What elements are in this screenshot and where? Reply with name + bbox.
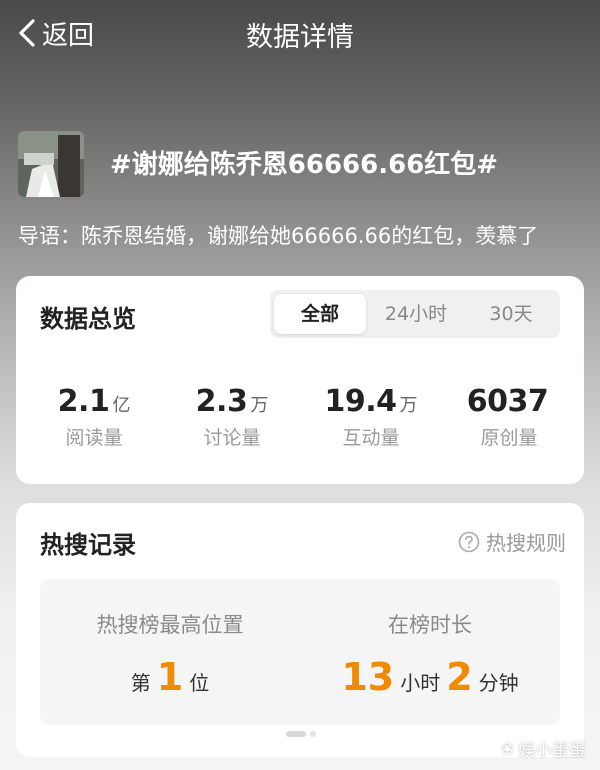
duration-block: 在榜时长 13 小时 2 分钟	[300, 609, 560, 699]
peak-rank-block: 热搜榜最高位置 第 1 位	[40, 609, 300, 699]
stat-label: 讨论量	[203, 427, 261, 449]
time-range-tabs: 全部 24小时 30天	[270, 290, 560, 338]
watermark-logo-icon: ❀	[500, 739, 514, 758]
minutes-unit: 分钟	[478, 671, 519, 695]
rank-suffix: 位	[189, 671, 210, 695]
indicator-active	[286, 731, 306, 737]
stat-value: 19.4	[324, 384, 397, 419]
stat-unit: 亿	[112, 395, 131, 416]
watermark: ❀ 娱小蛋蛋	[501, 736, 586, 761]
stat-label: 阅读量	[65, 427, 123, 449]
hot-search-rules-link[interactable]: 热搜规则	[458, 527, 566, 556]
stat-discussions[interactable]: 2.3 万 讨论量	[161, 384, 303, 450]
stat-value: 6037	[466, 384, 549, 419]
overview-title: 数据总览	[40, 305, 136, 333]
watermark-text: 娱小蛋蛋	[518, 741, 586, 761]
minutes-value: 2	[446, 655, 473, 699]
stat-label: 原创量	[480, 427, 538, 449]
stat-value: 2.3	[195, 384, 248, 419]
hot-search-title: 热搜记录	[40, 531, 136, 559]
stat-original[interactable]: 6037 原创量	[438, 384, 580, 450]
hours-value: 13	[341, 655, 395, 699]
rank-value: 1	[156, 655, 184, 699]
stat-reads[interactable]: 2.1 亿 阅读量	[23, 384, 165, 450]
indicator-inactive	[310, 731, 316, 737]
tab-24h[interactable]: 24小时	[368, 294, 464, 334]
stat-label: 互动量	[342, 427, 400, 449]
tab-all[interactable]: 全部	[274, 294, 366, 334]
hot-search-card: 热搜记录 热搜规则 热搜榜最高位置 第 1 位 在榜时长 13 小时 2 分钟	[16, 503, 584, 757]
question-circle-icon	[458, 531, 480, 552]
topic-intro: 导语：陈乔恩结婚，谢娜给她66666.66的红包，羡慕了	[18, 224, 539, 248]
top-bar: 返回 数据详情	[0, 0, 600, 66]
rank-prefix: 第	[130, 671, 151, 695]
page-title: 数据详情	[246, 22, 354, 53]
peak-rank-label: 热搜榜最高位置	[96, 613, 244, 637]
topic-header: #谢娜给陈乔恩66666.66红包#	[18, 131, 584, 197]
stat-unit: 万	[399, 395, 418, 416]
topic-thumbnail[interactable]	[18, 131, 84, 197]
rules-label: 热搜规则	[486, 531, 566, 555]
overview-card: 数据总览 全部 24小时 30天 2.1 亿 阅读量 2.3 万 讨论量 19.4 万…	[16, 276, 584, 484]
tab-30d[interactable]: 30天	[466, 294, 556, 334]
stat-value: 2.1	[57, 384, 110, 419]
topic-title: #谢娜给陈乔恩66666.66红包#	[110, 150, 499, 180]
stat-unit: 万	[250, 395, 269, 416]
duration-label: 在榜时长	[388, 613, 472, 637]
stat-interactions[interactable]: 19.4 万 互动量	[300, 384, 442, 450]
hot-search-summary: 热搜榜最高位置 第 1 位 在榜时长 13 小时 2 分钟	[40, 579, 560, 725]
page-indicator	[286, 731, 316, 737]
hours-unit: 小时	[400, 671, 441, 695]
